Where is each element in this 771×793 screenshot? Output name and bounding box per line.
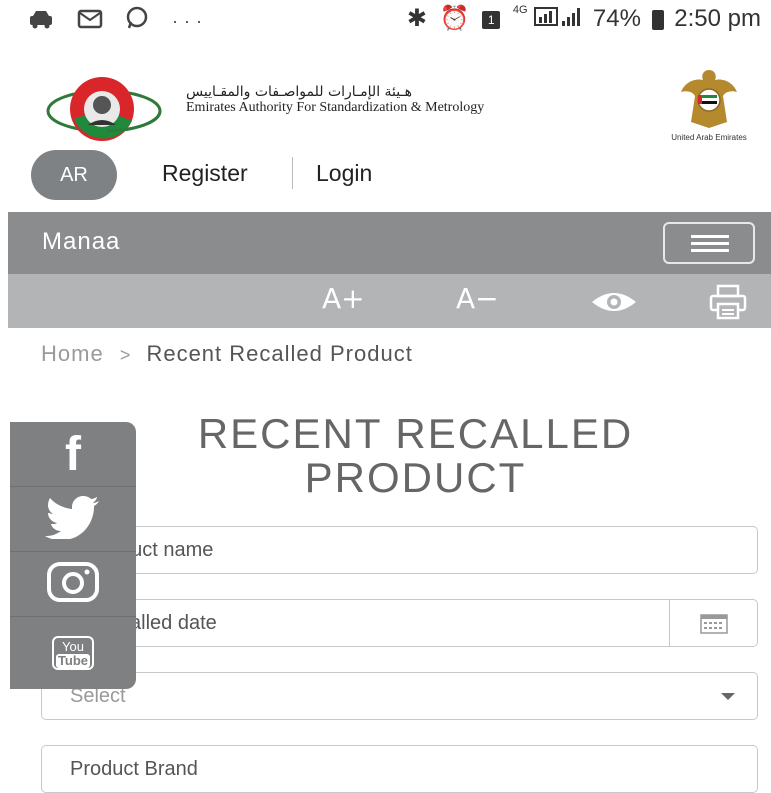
breadcrumb-separator: > — [119, 345, 131, 365]
facebook-icon: f — [65, 427, 81, 481]
social-share-panel: f You Tube — [10, 422, 136, 689]
youtube-icon-top: You — [62, 639, 84, 654]
calendar-button[interactable] — [669, 599, 758, 647]
car-icon — [28, 8, 54, 36]
breadcrumb-current: Recent Recalled Product — [146, 341, 413, 366]
sim-icon: 1 — [482, 10, 501, 29]
status-left: ··· — [28, 6, 208, 37]
youtube-icon-bottom: Tube — [56, 653, 90, 668]
breadcrumb-home-link[interactable]: Home — [41, 341, 104, 366]
product-name-input[interactable]: in product name — [41, 526, 758, 574]
login-link[interactable]: Login — [316, 160, 372, 187]
youtube-share-button[interactable]: You Tube — [10, 617, 136, 689]
clock: 2:50 pm — [674, 5, 761, 32]
uae-crest-icon — [677, 66, 741, 130]
main-nav-bar: Manaa — [8, 212, 771, 274]
twitter-share-button[interactable] — [10, 487, 136, 552]
menu-bar-icon — [691, 242, 729, 245]
register-link[interactable]: Register — [162, 160, 248, 187]
page-title-line1: RECENT RECALLED — [197, 410, 634, 457]
alarm-icon: ⏰ — [439, 4, 470, 32]
product-brand-input[interactable]: Product Brand — [41, 745, 758, 793]
battery-icon — [651, 9, 664, 30]
accessibility-toolbar: A+ A− — [8, 274, 771, 328]
signal-icon — [534, 5, 586, 34]
status-right: ✱ ⏰ 1 4G 74% 2:50 pm — [407, 4, 761, 34]
print-icon[interactable] — [708, 284, 748, 327]
logo-english-text: Emirates Authority For Standardization &… — [186, 100, 485, 115]
language-toggle-button[interactable]: AR — [31, 150, 117, 200]
logo-arabic-text: هـيئة الإمـارات للمواصـفات والمقـاييس — [186, 84, 412, 100]
battery-percent: 74% — [592, 5, 641, 32]
auth-divider — [292, 157, 293, 189]
network-type: 4G — [512, 4, 528, 16]
whatsapp-icon — [125, 6, 149, 37]
chevron-down-icon — [721, 693, 735, 700]
bluetooth-icon: ✱ — [406, 4, 427, 32]
menu-bar-icon — [691, 235, 729, 238]
font-decrease-button[interactable]: A− — [456, 282, 499, 315]
message-icon — [77, 8, 103, 36]
nav-title[interactable]: Manaa — [42, 228, 120, 256]
category-select[interactable]: Select — [41, 672, 758, 720]
font-increase-button[interactable]: A+ — [322, 282, 365, 315]
menu-bar-icon — [691, 249, 729, 252]
twitter-icon — [45, 495, 101, 544]
instagram-icon — [46, 561, 100, 607]
calendar-icon — [700, 612, 728, 639]
contrast-eye-icon[interactable] — [590, 288, 638, 323]
instagram-share-button[interactable] — [10, 552, 136, 617]
breadcrumb: Home > Recent Recalled Product — [41, 341, 413, 367]
product-brand-placeholder: Product Brand — [70, 758, 198, 780]
more-notifications: ··· — [172, 11, 208, 31]
page-title-line2: PRODUCT — [304, 454, 527, 501]
hamburger-menu-button[interactable] — [663, 222, 755, 264]
facebook-share-button[interactable]: f — [10, 422, 136, 487]
uae-caption: United Arab Emirates — [671, 133, 747, 142]
status-bar: ··· ✱ ⏰ 1 4G 74% 2:50 pm — [0, 0, 771, 40]
youtube-icon: You Tube — [52, 636, 94, 670]
page-title: RECENT RECALLED PRODUCT — [60, 412, 771, 500]
esma-logo-icon[interactable] — [44, 75, 164, 145]
